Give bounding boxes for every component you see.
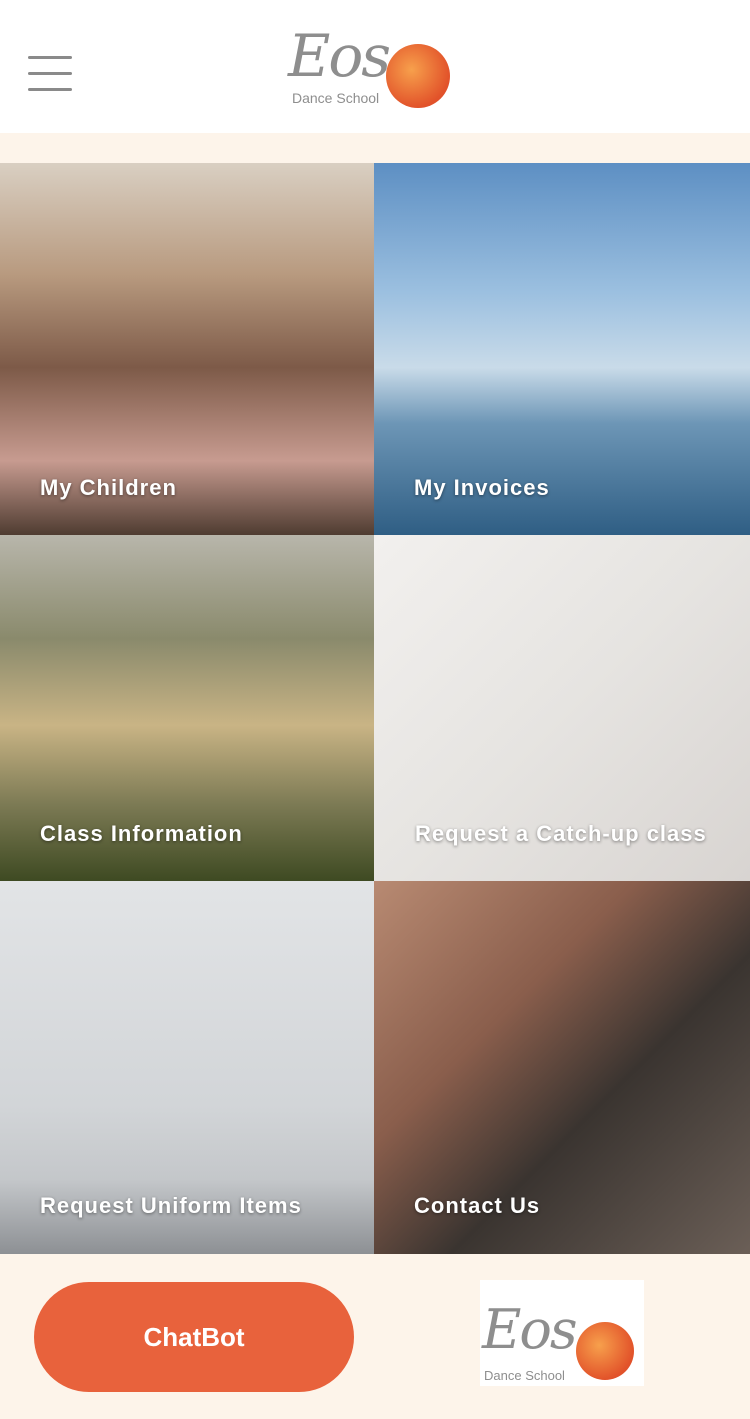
- hamburger-menu-icon[interactable]: [28, 56, 72, 92]
- logo-subtitle: Dance School: [292, 90, 380, 106]
- eos-logo[interactable]: Eos Dance School: [286, 4, 456, 108]
- footer-eos-logo: Eos Dance School: [480, 1280, 644, 1386]
- tile-request-uniform-items[interactable]: Request Uniform Items: [0, 881, 374, 1254]
- tile-label: Request a Catch-up class: [415, 821, 707, 846]
- logo-sun-circle: [576, 1322, 634, 1380]
- logo-wordmark: Eos: [288, 22, 391, 90]
- dashboard-grid: My Children My Invoices Class Informatio…: [0, 163, 750, 1254]
- tile-label: My Invoices: [414, 475, 550, 500]
- logo-wordmark: Eos: [482, 1298, 578, 1361]
- tile-label: Contact Us: [414, 1193, 541, 1218]
- tile-request-catch-up-class[interactable]: Request a Catch-up class: [374, 535, 750, 881]
- tile-label: Class Information: [40, 821, 243, 846]
- tile-my-invoices[interactable]: My Invoices: [374, 163, 750, 535]
- app-header: Eos Dance School: [0, 0, 750, 133]
- tile-label: Request Uniform Items: [40, 1193, 302, 1218]
- chatbot-button[interactable]: ChatBot: [34, 1282, 354, 1392]
- tile-contact-us[interactable]: Contact Us: [374, 881, 750, 1254]
- logo-subtitle: Dance School: [484, 1368, 565, 1383]
- tile-my-children[interactable]: My Children: [0, 163, 374, 535]
- app-footer: ChatBot Eos Dance School: [0, 1254, 750, 1419]
- logo-sun-circle: [386, 44, 450, 108]
- tile-label: My Children: [40, 475, 177, 500]
- tile-class-information[interactable]: Class Information: [0, 535, 374, 881]
